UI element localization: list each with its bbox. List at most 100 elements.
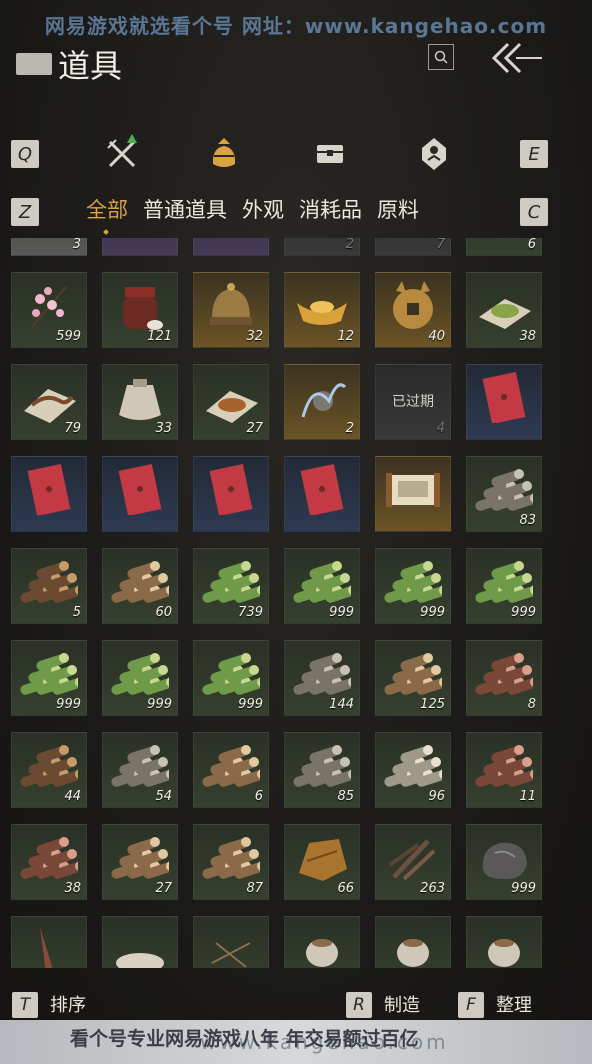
inventory-slot[interactable] bbox=[284, 456, 360, 532]
sort-button[interactable]: 排序 bbox=[50, 991, 86, 1017]
inventory-slot[interactable] bbox=[193, 238, 269, 256]
inventory-slot[interactable]: 5 bbox=[11, 548, 87, 624]
inventory-slot[interactable]: 999 bbox=[375, 548, 451, 624]
inventory-slot[interactable]: 54 bbox=[102, 732, 178, 808]
inventory-slot[interactable]: 85 bbox=[284, 732, 360, 808]
tab-location[interactable] bbox=[414, 134, 454, 174]
organize-button[interactable]: 整理 bbox=[496, 991, 532, 1017]
next-category-key[interactable]: C bbox=[520, 198, 548, 226]
category-all[interactable]: 全部 bbox=[86, 194, 128, 224]
back-button[interactable] bbox=[486, 38, 544, 78]
tab-weapons[interactable] bbox=[102, 134, 142, 174]
category-consumable[interactable]: 消耗品 bbox=[299, 194, 362, 224]
inventory-slot[interactable] bbox=[11, 456, 87, 532]
inventory-slot[interactable] bbox=[102, 456, 178, 532]
bamboo-icon bbox=[202, 653, 260, 695]
item-count: 599 bbox=[56, 329, 81, 344]
envelope-icon bbox=[300, 463, 344, 515]
inventory-slot[interactable] bbox=[11, 916, 87, 968]
item-count: 40 bbox=[428, 329, 445, 344]
inventory-slot[interactable]: 79 bbox=[11, 364, 87, 440]
inventory-slot[interactable]: 66 bbox=[284, 824, 360, 900]
inventory-slot[interactable] bbox=[193, 916, 269, 968]
inventory-slot[interactable]: 125 bbox=[375, 640, 451, 716]
inventory-slot[interactable]: 999 bbox=[466, 548, 542, 624]
bamboo-icon bbox=[384, 561, 442, 603]
tab-chest[interactable] bbox=[310, 134, 350, 174]
inventory-slot[interactable]: 11 bbox=[466, 732, 542, 808]
inventory-slot[interactable]: 38 bbox=[11, 824, 87, 900]
item-count: 6 bbox=[254, 789, 263, 804]
inventory-slot[interactable] bbox=[284, 916, 360, 968]
bamboo-icon bbox=[111, 653, 169, 695]
item-count: 8 bbox=[527, 697, 536, 712]
inventory-slot[interactable]: 40 bbox=[375, 272, 451, 348]
logs-tan-icon bbox=[202, 837, 260, 879]
item-count: 32 bbox=[246, 329, 263, 344]
inventory-slot[interactable]: 已过期 4 bbox=[375, 364, 451, 440]
craft-key[interactable]: R bbox=[346, 992, 372, 1018]
inventory-slot[interactable]: 6 bbox=[193, 732, 269, 808]
inventory-slot[interactable]: 999 bbox=[102, 640, 178, 716]
inventory-slot[interactable] bbox=[375, 916, 451, 968]
watermark-bottom: www.kangehao.com 看个号专业网易游戏八年 年交易额过百亿 bbox=[0, 1020, 592, 1064]
inventory-slot[interactable]: 87 bbox=[193, 824, 269, 900]
inventory-slot[interactable]: 已过期7 bbox=[375, 238, 451, 256]
inventory-slot[interactable]: 999 bbox=[193, 640, 269, 716]
inventory-slot[interactable]: 32 bbox=[193, 272, 269, 348]
scroll-icon bbox=[386, 473, 440, 507]
inventory-slot[interactable]: 12 bbox=[284, 272, 360, 348]
inventory-slot[interactable]: 83 bbox=[466, 456, 542, 532]
item-count: 999 bbox=[147, 697, 172, 712]
watermark-slogan: 看个号专业网易游戏八年 年交易额过百亿 bbox=[70, 1028, 419, 1050]
inventory-slot[interactable]: 96 bbox=[375, 732, 451, 808]
inventory-slot[interactable]: 739 bbox=[193, 548, 269, 624]
weapons-icon bbox=[107, 134, 137, 168]
inventory-slot[interactable]: 27 bbox=[193, 364, 269, 440]
inventory-slot[interactable]: 121 bbox=[102, 272, 178, 348]
sack-small-icon bbox=[397, 939, 429, 967]
logs-brown-icon bbox=[20, 561, 78, 603]
category-material[interactable]: 原料 bbox=[377, 194, 419, 224]
inventory-slot[interactable]: 599 bbox=[11, 272, 87, 348]
envelope-icon bbox=[209, 463, 253, 515]
inventory-slot[interactable]: 144 bbox=[284, 640, 360, 716]
inventory-slot[interactable]: 8 bbox=[466, 640, 542, 716]
inventory-slot[interactable]: 6 bbox=[466, 238, 542, 256]
category-appearance[interactable]: 外观 bbox=[242, 194, 284, 224]
inventory-slot[interactable] bbox=[102, 238, 178, 256]
inventory-slot[interactable] bbox=[102, 916, 178, 968]
prev-tab-key[interactable]: Q bbox=[11, 140, 39, 168]
inventory-slot[interactable]: 44 bbox=[11, 732, 87, 808]
next-tab-key[interactable]: E bbox=[520, 140, 548, 168]
item-count: 66 bbox=[337, 881, 354, 896]
item-count: 85 bbox=[337, 789, 354, 804]
item-count: 83 bbox=[519, 513, 536, 528]
inventory-grid-viewport[interactable]: 3已过期2已过期76599121321240387933272已过期483560… bbox=[0, 238, 592, 968]
inventory-slot[interactable] bbox=[375, 456, 451, 532]
inventory-slot[interactable] bbox=[466, 364, 542, 440]
tab-bag[interactable] bbox=[204, 134, 244, 174]
organize-key[interactable]: F bbox=[458, 992, 484, 1018]
branches-icon bbox=[388, 839, 436, 881]
inventory-slot[interactable]: 60 bbox=[102, 548, 178, 624]
inventory-slot[interactable] bbox=[466, 916, 542, 968]
inventory-slot[interactable]: 999 bbox=[466, 824, 542, 900]
inventory-slot[interactable]: 38 bbox=[466, 272, 542, 348]
inventory-slot[interactable] bbox=[193, 456, 269, 532]
inventory-slot[interactable]: 999 bbox=[11, 640, 87, 716]
craft-button[interactable]: 制造 bbox=[384, 991, 420, 1017]
inventory-slot[interactable]: 27 bbox=[102, 824, 178, 900]
inventory-slot[interactable]: 3 bbox=[11, 238, 87, 256]
inventory-slot[interactable]: 263 bbox=[375, 824, 451, 900]
prev-category-key[interactable]: Z bbox=[11, 198, 39, 226]
inventory-slot[interactable]: 已过期2 bbox=[284, 238, 360, 256]
inventory-slot[interactable]: 999 bbox=[284, 548, 360, 624]
location-icon bbox=[422, 138, 446, 170]
double-chevron-back-icon bbox=[491, 42, 542, 74]
inventory-slot[interactable]: 33 bbox=[102, 364, 178, 440]
sort-key[interactable]: T bbox=[12, 992, 38, 1018]
inventory-slot[interactable]: 2 bbox=[284, 364, 360, 440]
category-normal[interactable]: 普通道具 bbox=[143, 194, 227, 224]
search-button[interactable] bbox=[428, 44, 454, 70]
